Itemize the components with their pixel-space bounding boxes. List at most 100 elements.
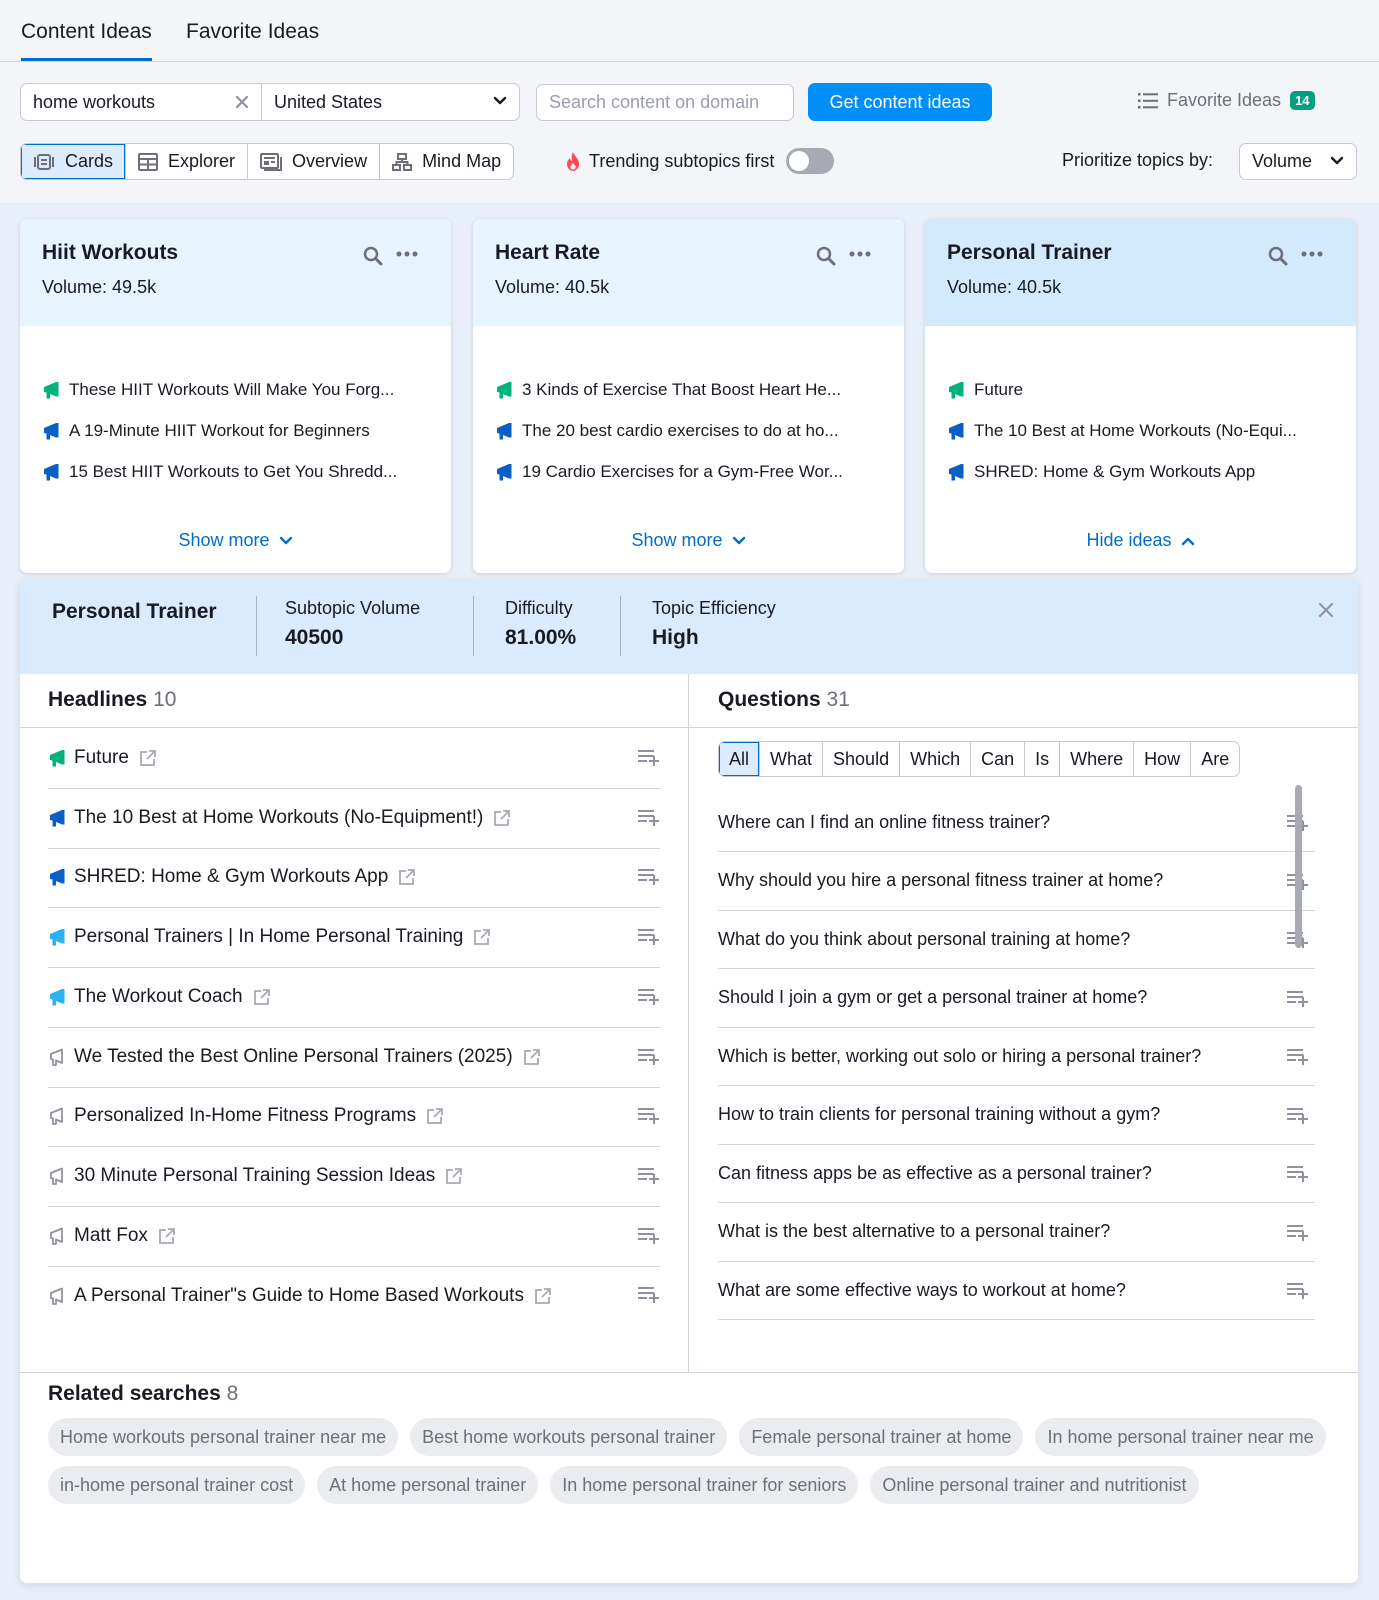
question-row[interactable]: Where can I find an online fitness train… — [718, 793, 1315, 852]
filter-all[interactable]: All — [719, 742, 761, 776]
tab-favorite-ideas[interactable]: Favorite Ideas — [186, 20, 319, 61]
topic-card[interactable]: Hiit Workouts Volume: 49.5k These HIIT Wor… — [20, 219, 451, 573]
get-content-ideas-button[interactable]: Get content ideas — [808, 83, 992, 121]
external-link-icon[interactable] — [139, 749, 157, 767]
related-search-chip[interactable]: At home personal trainer — [317, 1466, 539, 1504]
external-link-icon[interactable] — [473, 928, 491, 946]
related-search-chip[interactable]: In home personal trainer for seniors — [550, 1466, 859, 1504]
card-idea[interactable]: Future — [947, 369, 1334, 410]
headline-text[interactable]: Personalized In-Home Fitness Programs — [74, 1105, 416, 1127]
headline-text[interactable]: The Workout Coach — [74, 986, 243, 1008]
favorite-ideas-link[interactable]: Favorite Ideas 14 — [1138, 90, 1315, 111]
view-cards-button[interactable]: Cards — [21, 144, 127, 179]
view-explorer-button[interactable]: Explorer — [126, 144, 249, 179]
card-idea-text: Future — [974, 379, 1024, 399]
filter-how[interactable]: How — [1134, 742, 1192, 776]
add-to-list-icon[interactable] — [638, 1226, 660, 1244]
question-row[interactable]: Should I join a gym or get a personal tr… — [718, 969, 1315, 1028]
search-icon[interactable] — [363, 246, 383, 266]
related-search-chip[interactable]: In home personal trainer near me — [1035, 1418, 1326, 1456]
topic-card[interactable]: Personal Trainer Volume: 40.5k Future The 1… — [925, 219, 1356, 573]
questions-scrollbar[interactable] — [1295, 785, 1302, 948]
prioritize-select[interactable]: Volume — [1239, 143, 1357, 180]
related-search-chip[interactable]: Female personal trainer at home — [739, 1418, 1024, 1456]
external-link-icon[interactable] — [534, 1287, 552, 1305]
add-to-list-icon[interactable] — [638, 808, 660, 826]
country-select[interactable]: United States — [262, 84, 519, 120]
topic-card[interactable]: Heart Rate Volume: 40.5k 3 Kinds of Exerci… — [473, 219, 904, 573]
card-idea[interactable]: A 19-Minute HIIT Workout for Beginners — [42, 410, 429, 451]
clear-icon[interactable] — [233, 93, 251, 111]
view-overview-button[interactable]: Overview — [248, 144, 381, 179]
related-search-chip[interactable]: Home workouts personal trainer near me — [48, 1418, 399, 1456]
external-link-icon[interactable] — [523, 1048, 541, 1066]
add-to-list-icon[interactable] — [1287, 1047, 1309, 1065]
add-to-list-icon[interactable] — [1287, 1281, 1309, 1299]
headline-text[interactable]: 30 Minute Personal Training Session Idea… — [74, 1165, 435, 1187]
filter-should[interactable]: Should — [823, 742, 901, 776]
close-icon[interactable] — [1318, 602, 1334, 618]
search-icon[interactable] — [1268, 246, 1288, 266]
card-idea[interactable]: 15 Best HIIT Workouts to Get You Shredd.… — [42, 451, 429, 492]
headline-text[interactable]: Future — [74, 747, 129, 769]
card-idea[interactable]: The 20 best cardio exercises to do at ho… — [495, 410, 882, 451]
headline-text[interactable]: SHRED: Home & Gym Workouts App — [74, 866, 388, 888]
add-to-list-icon[interactable] — [638, 987, 660, 1005]
more-options-icon[interactable] — [1301, 251, 1323, 257]
external-link-icon[interactable] — [426, 1107, 444, 1125]
add-to-list-icon[interactable] — [638, 1166, 660, 1184]
question-row[interactable]: How to train clients for personal traini… — [718, 1086, 1315, 1145]
card-idea[interactable]: These HIIT Workouts Will Make You Forg..… — [42, 369, 429, 410]
question-row[interactable]: Can fitness apps be as effective as a pe… — [718, 1144, 1315, 1203]
question-row[interactable]: Which is better, working out solo or hir… — [718, 1027, 1315, 1086]
headline-text[interactable]: We Tested the Best Online Personal Train… — [74, 1046, 513, 1068]
related-search-chip[interactable]: Online personal trainer and nutritionist — [870, 1466, 1199, 1504]
headline-text[interactable]: The 10 Best at Home Workouts (No-Equipme… — [74, 807, 483, 829]
question-row[interactable]: Why should you hire a personal fitness t… — [718, 852, 1315, 911]
tab-content-ideas[interactable]: Content Ideas — [21, 20, 152, 61]
external-link-icon[interactable] — [493, 809, 511, 827]
headline-text[interactable]: Personal Trainers | In Home Personal Tra… — [74, 926, 463, 948]
filter-where[interactable]: Where — [1060, 742, 1135, 776]
external-link-icon[interactable] — [253, 988, 271, 1006]
external-link-icon[interactable] — [445, 1167, 463, 1185]
question-row[interactable]: What is the best alternative to a person… — [718, 1203, 1315, 1262]
card-idea[interactable]: 19 Cardio Exercises for a Gym-Free Wor..… — [495, 451, 882, 492]
external-link-icon[interactable] — [398, 868, 416, 886]
filter-are[interactable]: Are — [1191, 742, 1239, 776]
filter-can[interactable]: Can — [971, 742, 1026, 776]
question-row[interactable]: What do you think about personal trainin… — [718, 910, 1315, 969]
headline-text[interactable]: A Personal Trainer"s Guide to Home Based… — [74, 1285, 524, 1307]
show-more-button[interactable]: Show more — [473, 530, 904, 551]
hide-ideas-button[interactable]: Hide ideas — [925, 530, 1356, 551]
related-search-chip[interactable]: in-home personal trainer cost — [48, 1466, 306, 1504]
filter-which[interactable]: Which — [900, 742, 972, 776]
view-mind-map-button[interactable]: Mind Map — [380, 144, 513, 179]
more-options-icon[interactable] — [396, 251, 418, 257]
add-to-list-icon[interactable] — [1287, 1223, 1309, 1241]
add-to-list-icon[interactable] — [638, 1106, 660, 1125]
trending-toggle[interactable] — [786, 148, 835, 174]
domain-search-input[interactable] — [536, 84, 794, 121]
add-to-list-icon[interactable] — [638, 927, 660, 946]
add-to-list-icon[interactable] — [638, 867, 660, 886]
filter-what[interactable]: What — [760, 742, 824, 776]
filter-is[interactable]: Is — [1025, 742, 1061, 776]
add-to-list-icon[interactable] — [1287, 989, 1309, 1007]
search-icon[interactable] — [816, 246, 836, 266]
keyword-input[interactable]: home workouts — [21, 84, 262, 120]
show-more-button[interactable]: Show more — [20, 530, 451, 551]
question-row[interactable]: What are some effective ways to workout … — [718, 1261, 1315, 1320]
more-options-icon[interactable] — [849, 251, 871, 257]
card-idea[interactable]: SHRED: Home & Gym Workouts App — [947, 451, 1334, 492]
add-to-list-icon[interactable] — [638, 1047, 660, 1065]
add-to-list-icon[interactable] — [1287, 1164, 1309, 1182]
headline-text[interactable]: Matt Fox — [74, 1225, 148, 1247]
card-idea[interactable]: 3 Kinds of Exercise That Boost Heart He.… — [495, 369, 882, 410]
add-to-list-icon[interactable] — [1287, 1106, 1309, 1124]
add-to-list-icon[interactable] — [638, 748, 660, 766]
add-to-list-icon[interactable] — [638, 1285, 660, 1304]
card-idea[interactable]: The 10 Best at Home Workouts (No-Equi... — [947, 410, 1334, 451]
external-link-icon[interactable] — [158, 1227, 176, 1245]
related-search-chip[interactable]: Best home workouts personal trainer — [410, 1418, 728, 1456]
